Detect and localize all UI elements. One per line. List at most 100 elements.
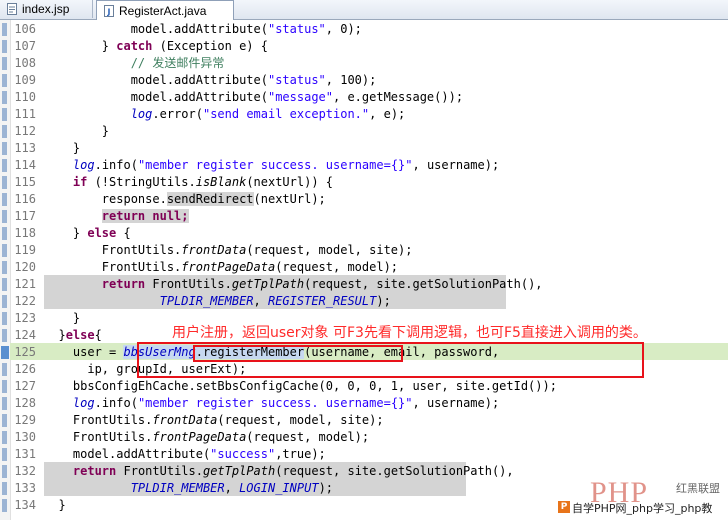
code-line[interactable]: 116 response.sendRedirect(nextUrl); (10, 191, 728, 208)
line-code: } else { (44, 225, 131, 242)
editor-tab-bar: index.jsp J RegisterAct.java (0, 0, 728, 20)
code-token: else (87, 226, 117, 240)
change-marker (2, 261, 7, 274)
code-token: // 发送邮件异常 (130, 56, 225, 70)
line-code: model.addAttribute("success",true); (44, 446, 326, 463)
code-token: .error( (152, 107, 203, 121)
line-number: 107 (14, 39, 36, 53)
line-code: } (44, 310, 80, 327)
code-token: FrontUtils. (145, 277, 232, 291)
change-marker (2, 295, 7, 308)
change-marker (2, 278, 7, 291)
line-code: log.info("member register success. usern… (44, 395, 499, 412)
code-line[interactable]: 110 model.addAttribute("message", e.getM… (10, 89, 728, 106)
line-number: 116 (14, 192, 36, 206)
line-number: 120 (14, 260, 36, 274)
code-token: .info( (94, 396, 138, 410)
code-line[interactable]: 111 log.error("send email exception.", e… (10, 106, 728, 123)
code-line[interactable]: 121 return FrontUtils.getTplPath(request… (10, 276, 728, 293)
code-token: return (72, 464, 117, 478)
line-code: // 发送邮件异常 (44, 55, 225, 72)
code-token: , 0); (325, 22, 362, 36)
code-line[interactable]: 112 } (10, 123, 728, 140)
code-token: FrontUtils. (44, 243, 182, 257)
code-token: ); (318, 481, 334, 495)
code-line[interactable]: 127 bbsConfigEhCache.setBbsConfigCache(0… (10, 378, 728, 395)
line-number: 106 (14, 22, 36, 36)
code-line[interactable]: 109 model.addAttribute("status", 100); (10, 72, 728, 89)
code-line[interactable]: 115 if (!StringUtils.isBlank(nextUrl)) { (10, 174, 728, 191)
line-number: 119 (14, 243, 36, 257)
code-line[interactable]: 130 FrontUtils.frontPageData(request, mo… (10, 429, 728, 446)
line-number: 123 (14, 311, 36, 325)
code-editor[interactable]: 106 model.addAttribute("status", 0); 107 … (10, 20, 728, 520)
site-watermark: PHP 红黑联盟 P 自学PHP网_php学习_php教 (556, 476, 728, 520)
code-line[interactable]: 128 log.info("member register success. u… (10, 395, 728, 412)
line-number: 128 (14, 396, 36, 410)
change-marker (2, 125, 7, 138)
line-number: 114 (14, 158, 36, 172)
code-token: FrontUtils. (44, 430, 153, 444)
code-line[interactable]: 106 model.addAttribute("status", 0); (10, 21, 728, 38)
code-token: sendRedirect (166, 192, 254, 206)
line-code: } (44, 497, 65, 514)
line-code: FrontUtils.frontData(request, model, sit… (44, 412, 384, 429)
code-token: FrontUtils. (44, 260, 182, 274)
line-code: TPLDIR_MEMBER, LOGIN_INPUT); (44, 480, 333, 497)
line-number: 124 (14, 328, 36, 342)
change-marker (2, 414, 7, 427)
code-token: { (116, 226, 131, 240)
code-token: } (44, 311, 81, 325)
code-line[interactable]: 122 TPLDIR_MEMBER, REGISTER_RESULT); (10, 293, 728, 310)
change-marker (2, 210, 7, 223)
code-token: (request, model); (246, 430, 370, 444)
code-token: log (72, 396, 95, 410)
code-line[interactable]: 108 // 发送邮件异常 (10, 55, 728, 72)
code-token: model.addAttribute( (44, 22, 268, 36)
code-token: log (72, 158, 95, 172)
code-line[interactable]: 113 } (10, 140, 728, 157)
line-code: log.error("send email exception.", e); (44, 106, 406, 123)
code-token: TPLDIR_MEMBER (159, 294, 254, 308)
code-line[interactable]: 129 FrontUtils.frontData(request, model,… (10, 412, 728, 429)
code-line[interactable]: 120 FrontUtils.frontPageData(request, mo… (10, 259, 728, 276)
code-token: catch (116, 39, 153, 53)
code-token: "success" (210, 447, 276, 461)
code-token: } (44, 226, 88, 240)
code-token: response. (44, 192, 167, 206)
code-line[interactable]: 117 return null; (10, 208, 728, 225)
change-marker (2, 57, 7, 70)
code-token: "member register success. username={}" (137, 158, 413, 172)
code-token: bbsConfigEhCache.setBbsConfigCache(0, 0,… (44, 379, 557, 393)
change-marker (2, 108, 7, 121)
tab-label: RegisterAct.java (119, 3, 207, 18)
change-marker (2, 176, 7, 189)
line-code: } (44, 140, 80, 157)
line-number: 127 (14, 379, 36, 393)
code-line[interactable]: 107 } catch (Exception e) { (10, 38, 728, 55)
code-token: "member register success. username={}" (137, 396, 413, 410)
code-token: frontPageData (181, 260, 276, 274)
code-line[interactable]: 114 log.info("member register success. u… (10, 157, 728, 174)
java-file-icon: J (104, 4, 114, 17)
code-line[interactable]: 131 model.addAttribute("success",true); (10, 446, 728, 463)
code-token: REGISTER_RESULT (267, 294, 377, 308)
line-code: FrontUtils.frontData(request, model, sit… (44, 242, 413, 259)
tab-register-act-java[interactable]: J RegisterAct.java (96, 0, 234, 20)
line-number: 132 (14, 464, 36, 478)
watermark-tag: 红黑联盟 (676, 482, 720, 495)
line-number: 112 (14, 124, 36, 138)
code-line[interactable]: 118 } else { (10, 225, 728, 242)
change-marker (2, 431, 7, 444)
code-token: , (224, 481, 240, 495)
code-token: { (94, 328, 102, 342)
code-token: .info( (94, 158, 138, 172)
code-token: getTplPath (202, 464, 276, 478)
line-code: bbsConfigEhCache.setBbsConfigCache(0, 0,… (44, 378, 557, 395)
line-number: 118 (14, 226, 36, 240)
code-token: ); (376, 294, 391, 308)
tab-index-jsp[interactable]: index.jsp (2, 0, 93, 18)
code-line[interactable]: 119 FrontUtils.frontData(request, model,… (10, 242, 728, 259)
